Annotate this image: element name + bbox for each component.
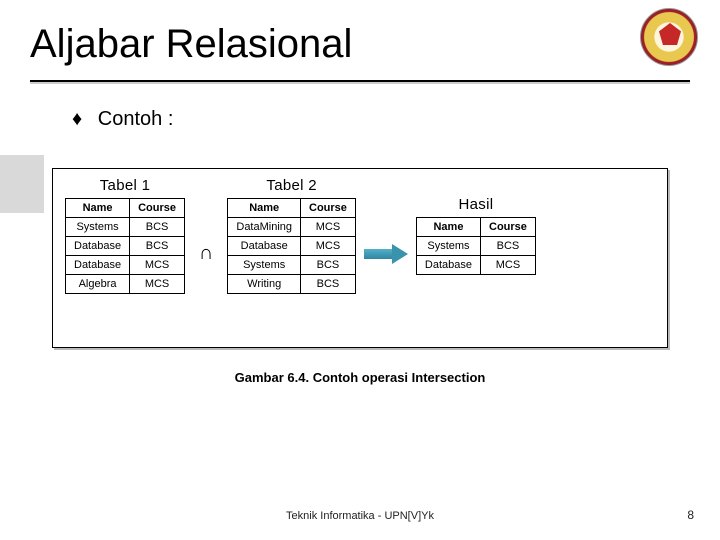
slide-title: Aljabar Relasional: [30, 22, 352, 67]
diagram-container: Tabel 1 Name Course SystemsBCS DatabaseB…: [52, 168, 668, 348]
intersection-symbol: ∩: [193, 242, 219, 265]
table-row: DatabaseMCS: [228, 237, 356, 256]
table-result: Hasil Name Course SystemsBCS DatabaseMCS: [416, 196, 536, 275]
table-1-header-name: Name: [66, 199, 130, 218]
bullet-text: Contoh :: [98, 108, 174, 130]
page-number: 8: [687, 508, 694, 522]
table-2-header-course: Course: [301, 199, 356, 218]
table-row: SystemsBCS: [66, 218, 185, 237]
arrow-icon: [364, 246, 408, 262]
bullet-contoh: ♦ Contoh :: [72, 108, 173, 131]
table-result-header-course: Course: [481, 218, 536, 237]
table-result-header-name: Name: [416, 218, 480, 237]
table-1-header-course: Course: [130, 199, 185, 218]
table-1: Tabel 1 Name Course SystemsBCS DatabaseB…: [65, 177, 185, 294]
table-row: AlgebraMCS: [66, 275, 185, 294]
bullet-marker: ♦: [72, 108, 82, 130]
table-1-title: Tabel 1: [65, 177, 185, 194]
figure-caption: Gambar 6.4. Contoh operasi Intersection: [0, 370, 720, 385]
table-row: SystemsBCS: [228, 256, 356, 275]
footer-text: Teknik Informatika - UPN[V]Yk: [0, 510, 720, 522]
left-accent-bar: [0, 155, 44, 213]
table-row: DataMiningMCS: [228, 218, 356, 237]
title-underline: [30, 80, 690, 82]
table-row: DatabaseBCS: [66, 237, 185, 256]
table-2-title: Tabel 2: [227, 177, 356, 194]
table-2-header-name: Name: [228, 199, 301, 218]
university-logo: [640, 8, 698, 66]
table-2: Tabel 2 Name Course DataMiningMCS Databa…: [227, 177, 356, 294]
table-result-title: Hasil: [416, 196, 536, 213]
table-row: DatabaseMCS: [416, 256, 535, 275]
table-row: SystemsBCS: [416, 237, 535, 256]
table-row: DatabaseMCS: [66, 256, 185, 275]
table-row: WritingBCS: [228, 275, 356, 294]
